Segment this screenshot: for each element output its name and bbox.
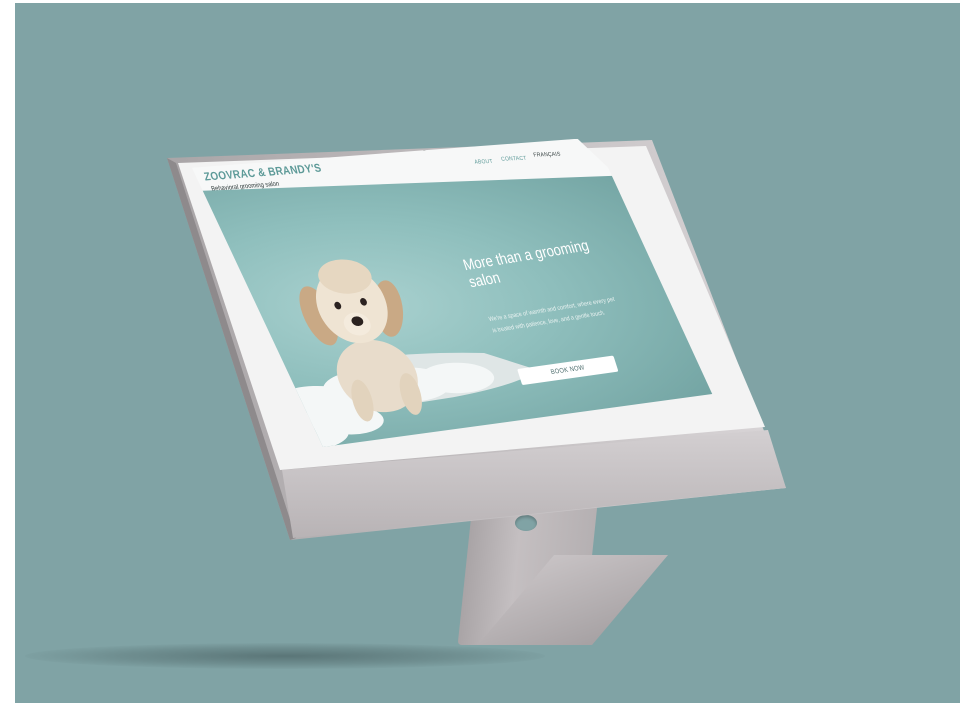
nav-about[interactable]: ABOUT bbox=[474, 159, 494, 165]
hero-section: More than a grooming salon We're a space… bbox=[195, 174, 724, 449]
hero-photo bbox=[195, 174, 724, 449]
nav-language-toggle[interactable]: FRANÇAIS bbox=[533, 152, 561, 159]
website-screen: ZOOVRAC & BRANDY'S Behavioral grooming s… bbox=[186, 136, 724, 449]
brand-logo[interactable]: ZOOVRAC & BRANDY'S bbox=[202, 161, 322, 183]
nav-contact[interactable]: CONTACT bbox=[501, 156, 528, 163]
